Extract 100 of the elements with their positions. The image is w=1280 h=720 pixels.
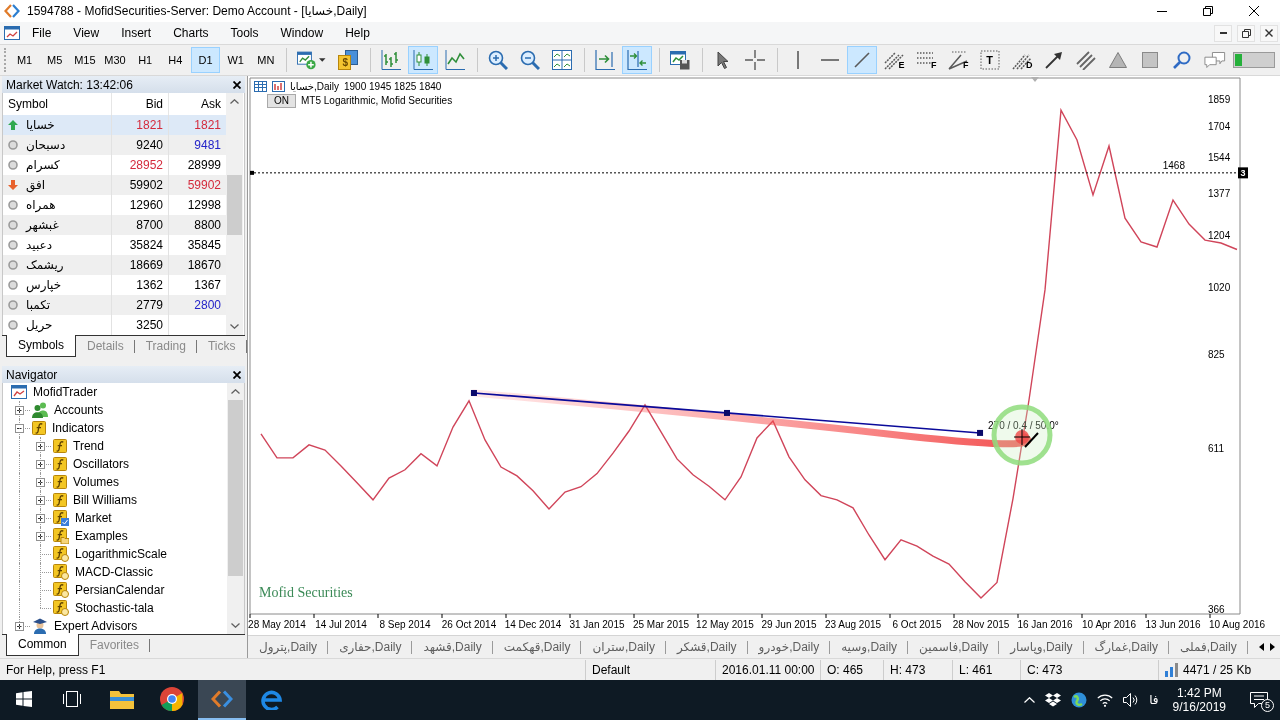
minimize-chart-button[interactable] [1214, 24, 1232, 42]
close-icon[interactable] [233, 80, 241, 89]
timeframe-button[interactable]: M5 [40, 47, 70, 73]
scrollbar[interactable] [226, 93, 243, 335]
chart-tab[interactable]: قهکمت,Daily [492, 639, 582, 655]
menu-item[interactable]: Tools [219, 23, 270, 43]
scroll-left-icon[interactable] [1259, 643, 1264, 651]
menu-item[interactable]: File [21, 23, 63, 43]
panel-tab[interactable]: Symbols [6, 335, 76, 357]
scrollbar-thumb[interactable] [227, 175, 242, 235]
status-meter-icon [1233, 52, 1276, 68]
timeframe-button[interactable]: MN [251, 47, 281, 73]
language-indicator[interactable]: فا [1149, 693, 1159, 707]
chart-tab[interactable]: قشهد,Daily [412, 639, 493, 655]
indicator-toggle-button[interactable]: ON [267, 93, 296, 108]
tree-item[interactable]: Volumes [73, 475, 120, 489]
tree-item[interactable]: MACD-Classic [75, 565, 153, 579]
chart-floppy-icon [669, 50, 690, 70]
pitchfork-button[interactable]: D [1006, 46, 1037, 74]
function-icon [53, 439, 67, 453]
chart-tab[interactable]: فاسمین,Daily [908, 639, 1000, 655]
tree-item[interactable]: Bill Williams [73, 493, 137, 507]
text-button[interactable]: T [974, 46, 1005, 74]
function-icon [32, 421, 46, 435]
column-header[interactable]: Ask [169, 93, 226, 115]
tree-item[interactable]: Expert Advisors [54, 619, 138, 633]
menu-item[interactable]: View [62, 23, 111, 43]
expand-icon[interactable] [36, 532, 45, 541]
expand-icon[interactable] [36, 514, 45, 523]
chart-shift-button[interactable] [621, 46, 652, 74]
fibonacci-button[interactable]: F [910, 46, 941, 74]
chart-tab[interactable]: فملی,Daily [1169, 639, 1248, 655]
chart-tab[interactable]: غمارگ,Daily [1083, 639, 1169, 655]
scroll-right-icon[interactable] [1270, 643, 1275, 651]
fan-button[interactable]: F [942, 46, 973, 74]
chart-tab[interactable]: وسیه,Daily [830, 639, 909, 655]
close-icon[interactable] [233, 370, 241, 379]
tree-item[interactable]: Indicators [52, 421, 105, 435]
notification-icon[interactable] [1250, 692, 1268, 708]
tree-item[interactable]: MofidTrader [33, 385, 98, 399]
timeframe-button[interactable]: M30 [100, 47, 130, 73]
timeframe-button[interactable]: M1 [9, 47, 40, 73]
line-handle[interactable] [250, 170, 254, 175]
trendline-handle[interactable] [724, 409, 730, 416]
expand-icon[interactable] [36, 460, 45, 469]
expand-icon[interactable] [36, 478, 45, 487]
trendline-handle[interactable] [470, 390, 477, 396]
trendline-handle[interactable] [977, 429, 984, 436]
menu-item[interactable]: Insert [110, 23, 163, 43]
menu-item[interactable]: Help [334, 23, 381, 43]
expand-icon[interactable] [36, 496, 45, 505]
candlestick-button[interactable] [407, 46, 438, 74]
chevron-up-icon[interactable] [1024, 697, 1036, 703]
scroll-up-icon[interactable] [231, 389, 240, 394]
tree-item[interactable]: Stochastic-tala [75, 601, 154, 615]
tree-item[interactable]: PersianCalendar [75, 583, 165, 597]
wifi-icon[interactable] [1097, 693, 1114, 707]
chart-tab[interactable]: خودرو,Daily [747, 639, 831, 655]
expand-icon[interactable] [15, 406, 24, 415]
chart-tab[interactable]: حفاری,Daily [328, 639, 413, 655]
scroll-down-icon[interactable] [230, 324, 239, 329]
scrollbar[interactable] [227, 383, 244, 634]
chart-tab[interactable]: پترول,Daily [248, 639, 329, 655]
expand-icon[interactable] [15, 622, 24, 631]
restore-chart-button[interactable] [1237, 24, 1255, 42]
tree-item[interactable]: Accounts [54, 403, 104, 417]
tree-item[interactable]: Trend [73, 439, 104, 453]
scroll-down-icon[interactable] [231, 623, 240, 628]
menu-item[interactable]: Charts [162, 23, 220, 43]
bar-chart-icon [380, 50, 401, 70]
tree-item[interactable]: LogarithmicScale [75, 547, 168, 561]
panel-tab[interactable]: Common [6, 634, 79, 656]
expand-icon[interactable] [36, 442, 45, 451]
scrollbar-thumb[interactable] [228, 400, 243, 576]
timeframe-button[interactable]: M15 [70, 47, 100, 73]
scroll-up-icon[interactable] [230, 99, 239, 104]
close-chart-button[interactable] [1260, 24, 1278, 42]
timeframe-button[interactable]: H1 [130, 47, 160, 73]
tree-item[interactable]: Oscillators [73, 457, 129, 471]
chart-tab[interactable]: ستران,Daily [581, 639, 666, 655]
trendline-button[interactable] [846, 46, 877, 74]
window-panes-icon [16, 691, 32, 707]
timeframe-button[interactable]: W1 [221, 47, 251, 73]
menu-item[interactable]: Window [269, 23, 335, 43]
timeframe-button[interactable]: D1 [190, 47, 221, 73]
speaker-icon[interactable] [1123, 693, 1140, 707]
date-label: 23 Aug 2015 [824, 619, 882, 630]
globe-icon[interactable] [1071, 692, 1088, 708]
minimize-icon [1219, 32, 1227, 34]
restore-icon [1241, 28, 1251, 38]
open-box-icon[interactable] [1045, 693, 1062, 707]
tree-item[interactable]: Market [75, 511, 112, 525]
chart-tab[interactable]: قشکر,Daily [665, 639, 748, 655]
collapse-icon[interactable] [15, 424, 24, 433]
taskbar-app-button[interactable] [198, 680, 246, 720]
timeframe-button[interactable]: H4 [160, 47, 190, 73]
market-watch-button[interactable]: $ [332, 46, 363, 74]
chart-tab[interactable]: وپاسار,Daily [999, 639, 1084, 655]
tree-item[interactable]: Examples [75, 529, 128, 543]
channel-button[interactable]: E [878, 46, 909, 74]
